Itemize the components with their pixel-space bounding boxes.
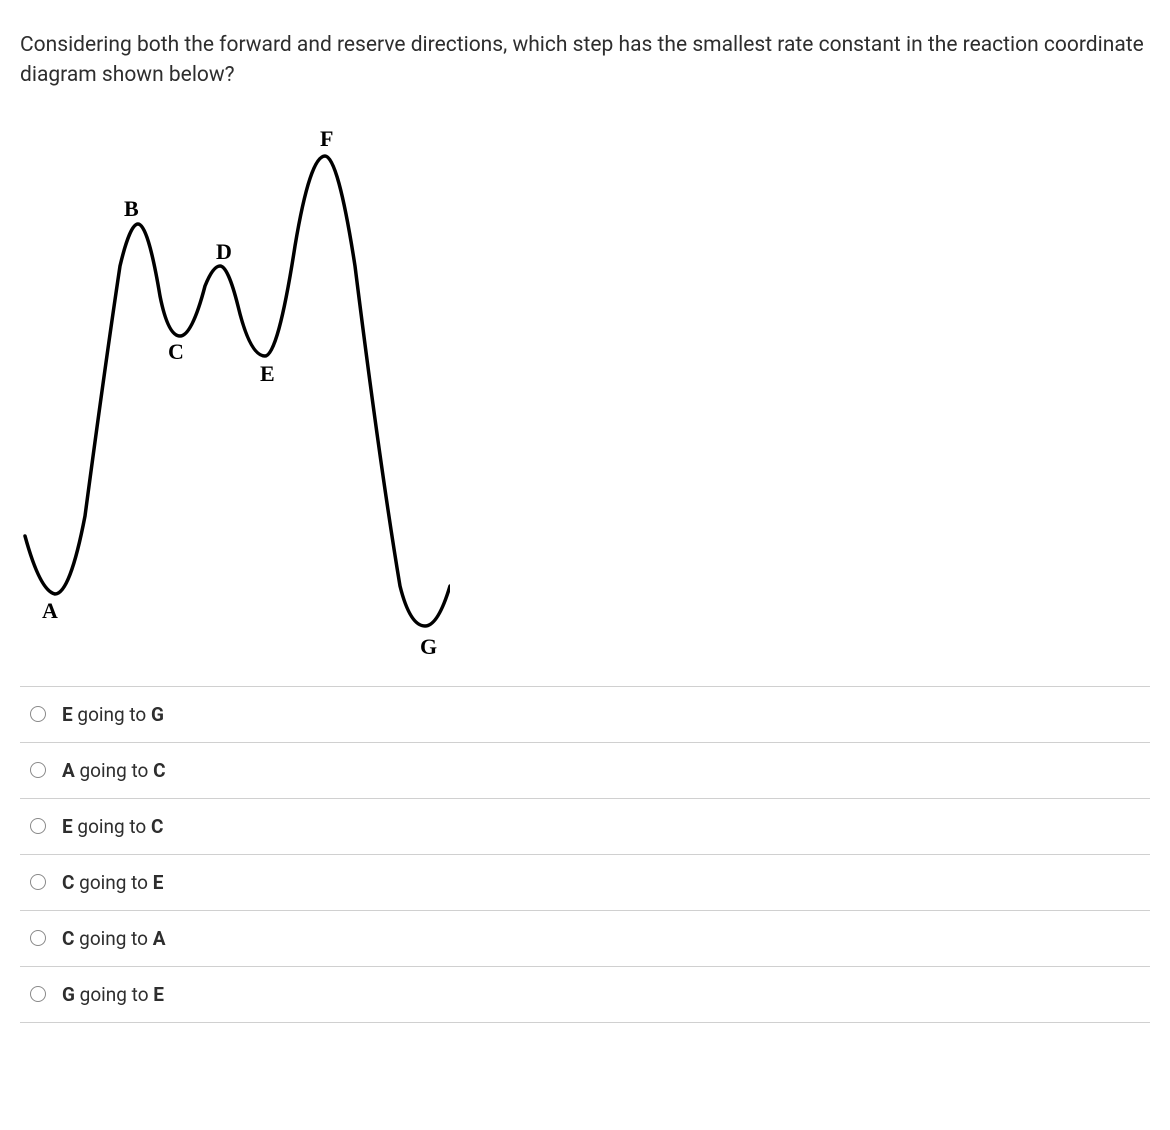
radio-icon <box>30 930 46 946</box>
label-B: B <box>124 196 139 222</box>
curve-svg <box>20 116 450 656</box>
radio-icon <box>30 874 46 890</box>
option-row[interactable]: G going to E <box>20 966 1150 1022</box>
label-A: A <box>42 598 58 624</box>
radio-icon <box>30 818 46 834</box>
option-row[interactable]: A going to C <box>20 742 1150 798</box>
option-label: G going to E <box>62 983 164 1006</box>
option-label: C going to E <box>62 871 163 894</box>
label-G: G <box>420 634 437 660</box>
option-row[interactable]: C going to E <box>20 854 1150 910</box>
option-label: A going to C <box>62 759 166 782</box>
label-C: C <box>168 339 184 365</box>
answer-options: E going to G A going to C E going to C C… <box>20 686 1150 1023</box>
option-label: E going to C <box>62 815 163 838</box>
label-D: D <box>216 239 232 265</box>
radio-icon <box>30 986 46 1002</box>
radio-icon <box>30 762 46 778</box>
option-row[interactable]: E going to G <box>20 686 1150 742</box>
option-label: C going to A <box>62 927 166 950</box>
option-row[interactable]: C going to A <box>20 910 1150 966</box>
option-row[interactable]: E going to C <box>20 798 1150 854</box>
label-F: F <box>320 126 333 152</box>
radio-icon <box>30 706 46 722</box>
label-E: E <box>260 361 275 387</box>
option-label: E going to G <box>62 703 164 726</box>
question-text: Considering both the forward and reserve… <box>20 30 1150 91</box>
reaction-coordinate-diagram: A B C D E F G <box>20 116 450 656</box>
